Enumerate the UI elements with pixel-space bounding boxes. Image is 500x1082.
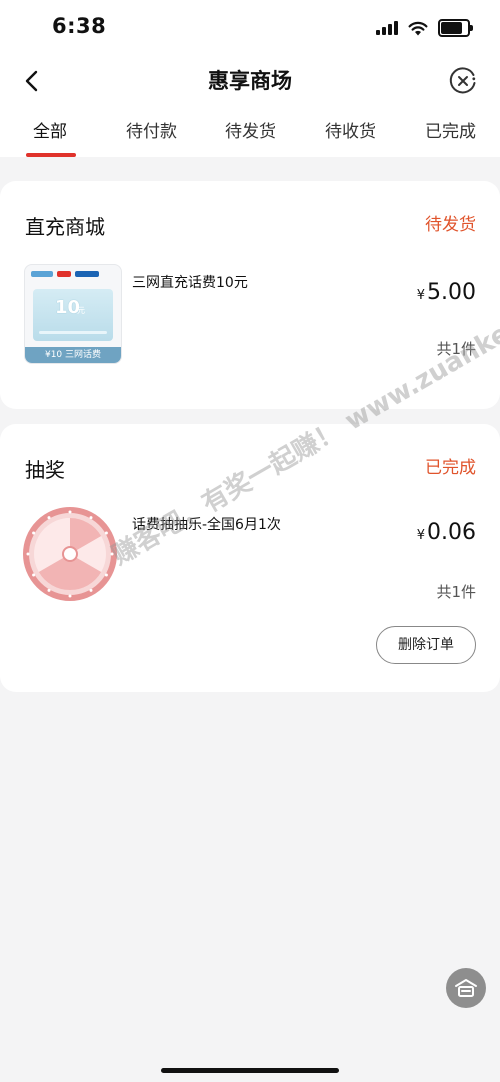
home-indicator bbox=[161, 1068, 339, 1073]
close-button[interactable] bbox=[448, 66, 478, 96]
item-price: ¥0.06 bbox=[417, 520, 476, 545]
tab-completed[interactable]: 已完成 bbox=[425, 115, 476, 149]
card-unit: 元 bbox=[77, 306, 85, 315]
tab-pending-shipment[interactable]: 待发货 bbox=[225, 115, 276, 149]
home-icon bbox=[455, 979, 477, 997]
price-value: 0.06 bbox=[427, 520, 476, 545]
page-title: 惠享商场 bbox=[208, 69, 292, 93]
status-time: 6:38 bbox=[52, 14, 107, 38]
signal-icon bbox=[376, 21, 398, 35]
tab-all[interactable]: 全部 bbox=[33, 115, 67, 149]
active-tab-indicator bbox=[26, 153, 76, 157]
item-name[interactable]: 三网直充话费10元 bbox=[132, 272, 248, 292]
currency-symbol: ¥ bbox=[416, 288, 426, 303]
status-icons bbox=[376, 17, 473, 39]
carrier-logos bbox=[31, 271, 99, 277]
floating-home-button[interactable] bbox=[446, 968, 486, 1008]
currency-symbol: ¥ bbox=[416, 528, 426, 543]
delete-order-button[interactable]: 删除订单 bbox=[376, 626, 476, 664]
order-status: 待发货 bbox=[425, 215, 476, 235]
order-status: 已完成 bbox=[425, 458, 476, 478]
close-circle-icon bbox=[449, 67, 476, 94]
card-caption: ¥10 三网话费 bbox=[25, 347, 121, 363]
item-name[interactable]: 话费抽抽乐-全国6月1次 bbox=[132, 514, 281, 534]
shop-name: 抽奖 bbox=[25, 458, 65, 482]
tab-pending-receipt[interactable]: 待收货 bbox=[325, 115, 376, 149]
item-price: ¥5.00 bbox=[417, 280, 476, 305]
product-thumbnail[interactable]: 10 元 ¥10 三网话费 bbox=[24, 264, 122, 364]
recharge-card-face: 10 元 bbox=[33, 289, 113, 341]
item-count: 共1件 bbox=[436, 583, 476, 601]
wifi-icon bbox=[408, 21, 428, 35]
lottery-wheel-icon[interactable] bbox=[22, 506, 118, 602]
price-value: 5.00 bbox=[427, 280, 476, 305]
item-count: 共1件 bbox=[436, 340, 476, 358]
tab-pending-payment[interactable]: 待付款 bbox=[126, 115, 177, 149]
order-tabs: 全部 待付款 待发货 待收货 已完成 bbox=[0, 115, 500, 157]
shop-name: 直充商城 bbox=[25, 215, 105, 239]
battery-icon bbox=[438, 19, 473, 37]
